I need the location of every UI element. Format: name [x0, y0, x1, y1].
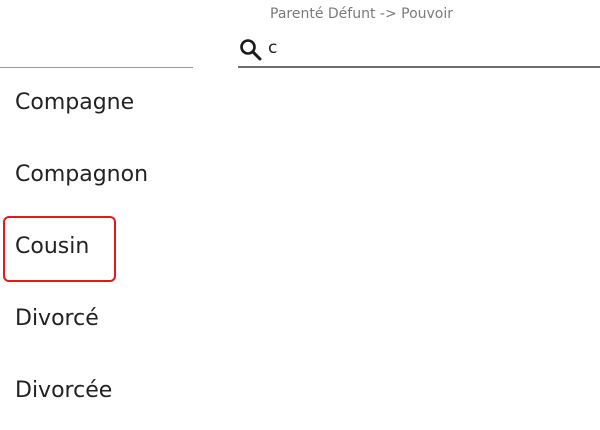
list-item-compagnon[interactable]: Compagnon: [0, 140, 600, 212]
list-item-label: Divorcé: [15, 306, 99, 331]
search-icon: [238, 34, 266, 64]
list-item-label: Compagnon: [15, 162, 149, 187]
list-item-divorcee[interactable]: Divorcée: [0, 356, 600, 428]
search-bar: [238, 34, 600, 66]
list-item-label: Cousin: [15, 234, 90, 259]
list-item-divorce[interactable]: Divorcé: [0, 284, 600, 356]
search-input[interactable]: [268, 34, 588, 62]
page-title: Parenté Défunt -> Pouvoir: [270, 6, 453, 22]
list-item-cousin[interactable]: Cousin: [0, 212, 600, 284]
list-item-label: Divorcée: [15, 378, 113, 403]
result-list: Compagne Compagnon Cousin Divorcé Divorc…: [0, 68, 600, 428]
page: Parenté Défunt -> Pouvoir Compagne Compa…: [0, 0, 600, 430]
list-item-compagne[interactable]: Compagne: [0, 68, 600, 140]
list-item-label: Compagne: [15, 90, 135, 115]
